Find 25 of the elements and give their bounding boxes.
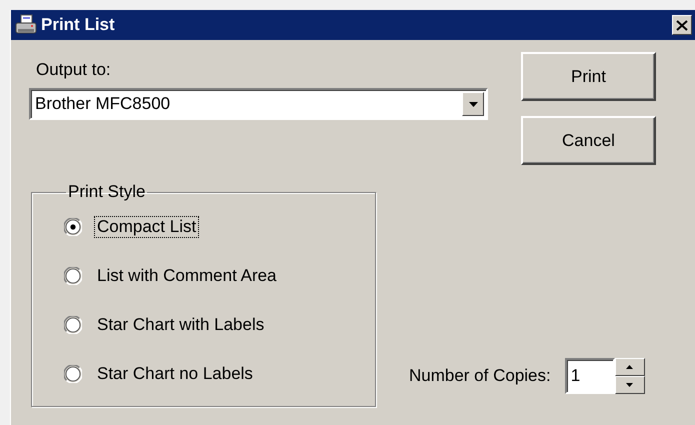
radio-button[interactable] xyxy=(64,267,82,285)
caret-up-icon xyxy=(626,365,634,369)
window-title: Print List xyxy=(41,15,116,35)
printer-icon xyxy=(15,14,37,36)
radio-button[interactable] xyxy=(64,365,82,383)
group-title: Print Style xyxy=(67,182,146,202)
copies-label: Number of Copies: xyxy=(409,366,551,386)
output-label: Output to: xyxy=(36,60,112,80)
option-label[interactable]: Star Chart no Labels xyxy=(94,363,256,385)
caret-down-icon xyxy=(468,102,478,106)
close-button[interactable] xyxy=(672,15,692,35)
option-label[interactable]: Compact List xyxy=(94,216,200,238)
printer-dropdown[interactable]: Brother MFC8500 xyxy=(29,88,488,120)
caret-down-icon xyxy=(626,383,634,387)
option-label[interactable]: List with Comment Area xyxy=(94,265,280,287)
spin-down-button[interactable] xyxy=(614,376,645,394)
radio-button[interactable] xyxy=(64,316,82,334)
close-icon xyxy=(676,20,688,30)
print-button[interactable]: Print xyxy=(521,52,656,101)
dropdown-arrow-button[interactable] xyxy=(462,92,484,116)
cancel-button[interactable]: Cancel xyxy=(521,116,656,165)
copies-field[interactable]: 1 xyxy=(564,358,615,394)
radio-button[interactable] xyxy=(64,218,82,236)
option-label[interactable]: Star Chart with Labels xyxy=(94,314,268,336)
spin-up-button[interactable] xyxy=(614,358,645,376)
